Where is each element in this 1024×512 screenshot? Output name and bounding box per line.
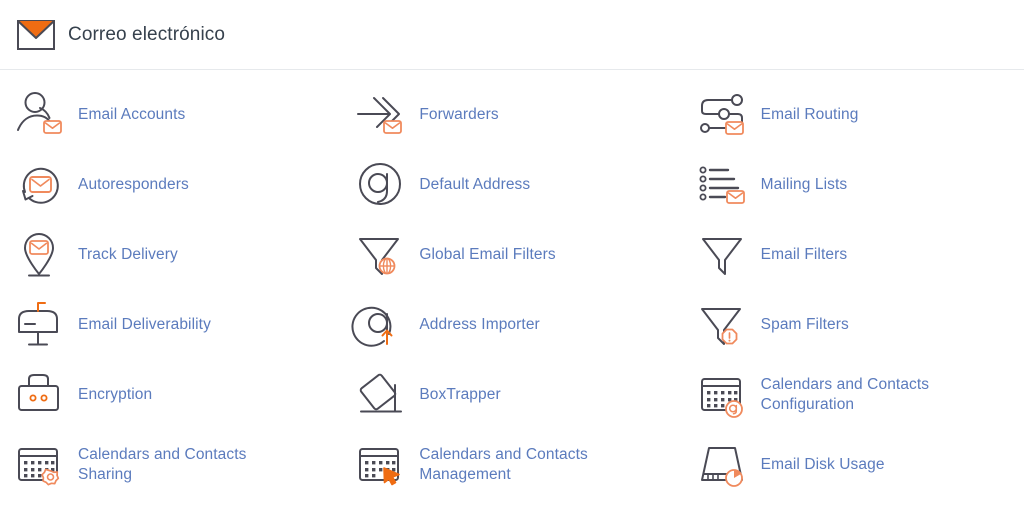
item-label: Email Routing — [760, 105, 859, 123]
item-global-email-filters[interactable]: Global Email Filters — [341, 220, 682, 290]
item-calendars-contacts-sharing[interactable]: Calendars and Contacts Sharing — [0, 430, 341, 500]
item-label: Calendars and Contacts Sharing — [78, 445, 247, 483]
circular-arrow-envelope-icon — [14, 158, 68, 212]
item-label: Calendars and Contacts Management — [419, 445, 588, 483]
funnel-globe-icon — [355, 228, 409, 282]
padlock-icon — [14, 368, 68, 422]
panel-header: Correo electrónico — [0, 0, 1024, 70]
item-boxtrapper[interactable]: BoxTrapper — [341, 360, 682, 430]
item-email-filters[interactable]: Email Filters — [683, 220, 1024, 290]
routing-nodes-envelope-icon — [697, 88, 751, 142]
user-envelope-icon — [14, 88, 68, 142]
item-label: Email Accounts — [78, 105, 186, 123]
at-sign-upload-icon — [351, 298, 409, 352]
item-autoresponders[interactable]: Autoresponders — [0, 150, 341, 220]
item-label: Global Email Filters — [419, 245, 556, 263]
item-label: Encryption — [78, 385, 153, 403]
calendar-cursor-icon — [355, 438, 409, 492]
item-label: BoxTrapper — [419, 385, 501, 403]
mailbox-flag-icon — [14, 298, 68, 352]
email-items-grid: Email Accounts Forwarders Email Routing … — [0, 70, 1024, 500]
item-email-accounts[interactable]: Email Accounts — [0, 80, 341, 150]
item-email-disk-usage[interactable]: Email Disk Usage — [683, 430, 1024, 500]
item-forwarders[interactable]: Forwarders — [341, 80, 682, 150]
item-label: Default Address — [419, 175, 531, 193]
item-label: Track Delivery — [78, 245, 178, 263]
funnel-icon — [697, 228, 751, 282]
item-address-importer[interactable]: Address Importer — [341, 290, 682, 360]
disk-pie-icon — [697, 438, 751, 492]
item-label: Email Disk Usage — [760, 455, 885, 473]
arrow-forward-envelope-icon — [355, 88, 409, 142]
item-calendars-contacts-management[interactable]: Calendars and Contacts Management — [341, 430, 682, 500]
calendar-at-sign-icon — [697, 368, 751, 422]
at-sign-icon — [355, 158, 409, 212]
map-pin-envelope-icon — [14, 228, 68, 282]
envelope-icon — [16, 15, 56, 55]
item-label: Email Deliverability — [78, 315, 211, 333]
item-label: Forwarders — [419, 105, 499, 123]
item-default-address[interactable]: Default Address — [341, 150, 682, 220]
item-label: Address Importer — [419, 315, 540, 333]
box-trap-icon — [355, 368, 409, 422]
item-label: Spam Filters — [760, 315, 849, 333]
item-label: Email Filters — [760, 245, 848, 263]
calendar-gear-icon — [14, 438, 68, 492]
email-panel: Correo electrónico Email Accounts Forwar… — [0, 0, 1024, 512]
item-email-routing[interactable]: Email Routing — [683, 80, 1024, 150]
item-calendars-contacts-configuration[interactable]: Calendars and Contacts Configuration — [683, 360, 1024, 430]
item-label: Mailing Lists — [760, 175, 848, 193]
funnel-warning-icon — [697, 298, 751, 352]
item-mailing-lists[interactable]: Mailing Lists — [683, 150, 1024, 220]
item-email-deliverability[interactable]: Email Deliverability — [0, 290, 341, 360]
item-track-delivery[interactable]: Track Delivery — [0, 220, 341, 290]
item-label: Autoresponders — [78, 175, 189, 193]
page-title: Correo electrónico — [68, 23, 226, 45]
item-spam-filters[interactable]: Spam Filters — [683, 290, 1024, 360]
item-label: Calendars and Contacts Configuration — [760, 375, 930, 413]
list-envelope-icon — [697, 158, 751, 212]
item-encryption[interactable]: Encryption — [0, 360, 341, 430]
